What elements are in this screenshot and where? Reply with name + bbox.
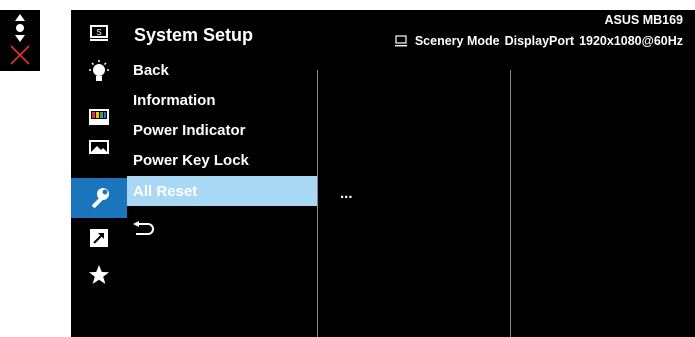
- svg-text:S: S: [96, 28, 101, 37]
- bluelight-filter-icon[interactable]: [71, 57, 127, 87]
- menu-item-back[interactable]: Back: [127, 55, 318, 85]
- page-title: System Setup: [134, 25, 254, 45]
- osd-sidebar: S: [71, 10, 127, 337]
- favorite-icon[interactable]: [71, 260, 127, 290]
- monitor-icon: [394, 35, 407, 47]
- scenery-mode-label: Scenery Mode: [414, 34, 500, 48]
- menu-item-all-reset[interactable]: All Reset: [127, 176, 318, 206]
- status-line: Scenery Mode DisplayPort 1920x1080@60Hz: [394, 34, 683, 48]
- keypad-guide: [0, 10, 40, 71]
- shortcut-icon[interactable]: [71, 223, 127, 253]
- resolution-label: 1920x1080@60Hz: [579, 34, 683, 48]
- system-setup-icon[interactable]: [71, 178, 127, 218]
- column-divider: [510, 70, 511, 337]
- close-icon[interactable]: [9, 44, 31, 66]
- column-divider: [317, 70, 318, 337]
- return-icon[interactable]: [127, 214, 318, 244]
- color-icon[interactable]: [71, 102, 127, 132]
- menu-item-information[interactable]: Information: [127, 85, 318, 115]
- image-icon[interactable]: [71, 132, 127, 162]
- navigation-icon[interactable]: [12, 14, 28, 42]
- model-name: ASUS MB169: [604, 13, 684, 27]
- osd-panel: S System Setup ASUS MB169 Scenery Mode D…: [71, 10, 695, 337]
- splendid-icon[interactable]: S: [71, 18, 127, 48]
- submenu-value: ...: [340, 185, 353, 202]
- menu-item-power-key-lock[interactable]: Power Key Lock: [127, 145, 318, 175]
- menu-item-power-indicator[interactable]: Power Indicator: [127, 115, 318, 145]
- input-source-label: DisplayPort: [504, 34, 575, 48]
